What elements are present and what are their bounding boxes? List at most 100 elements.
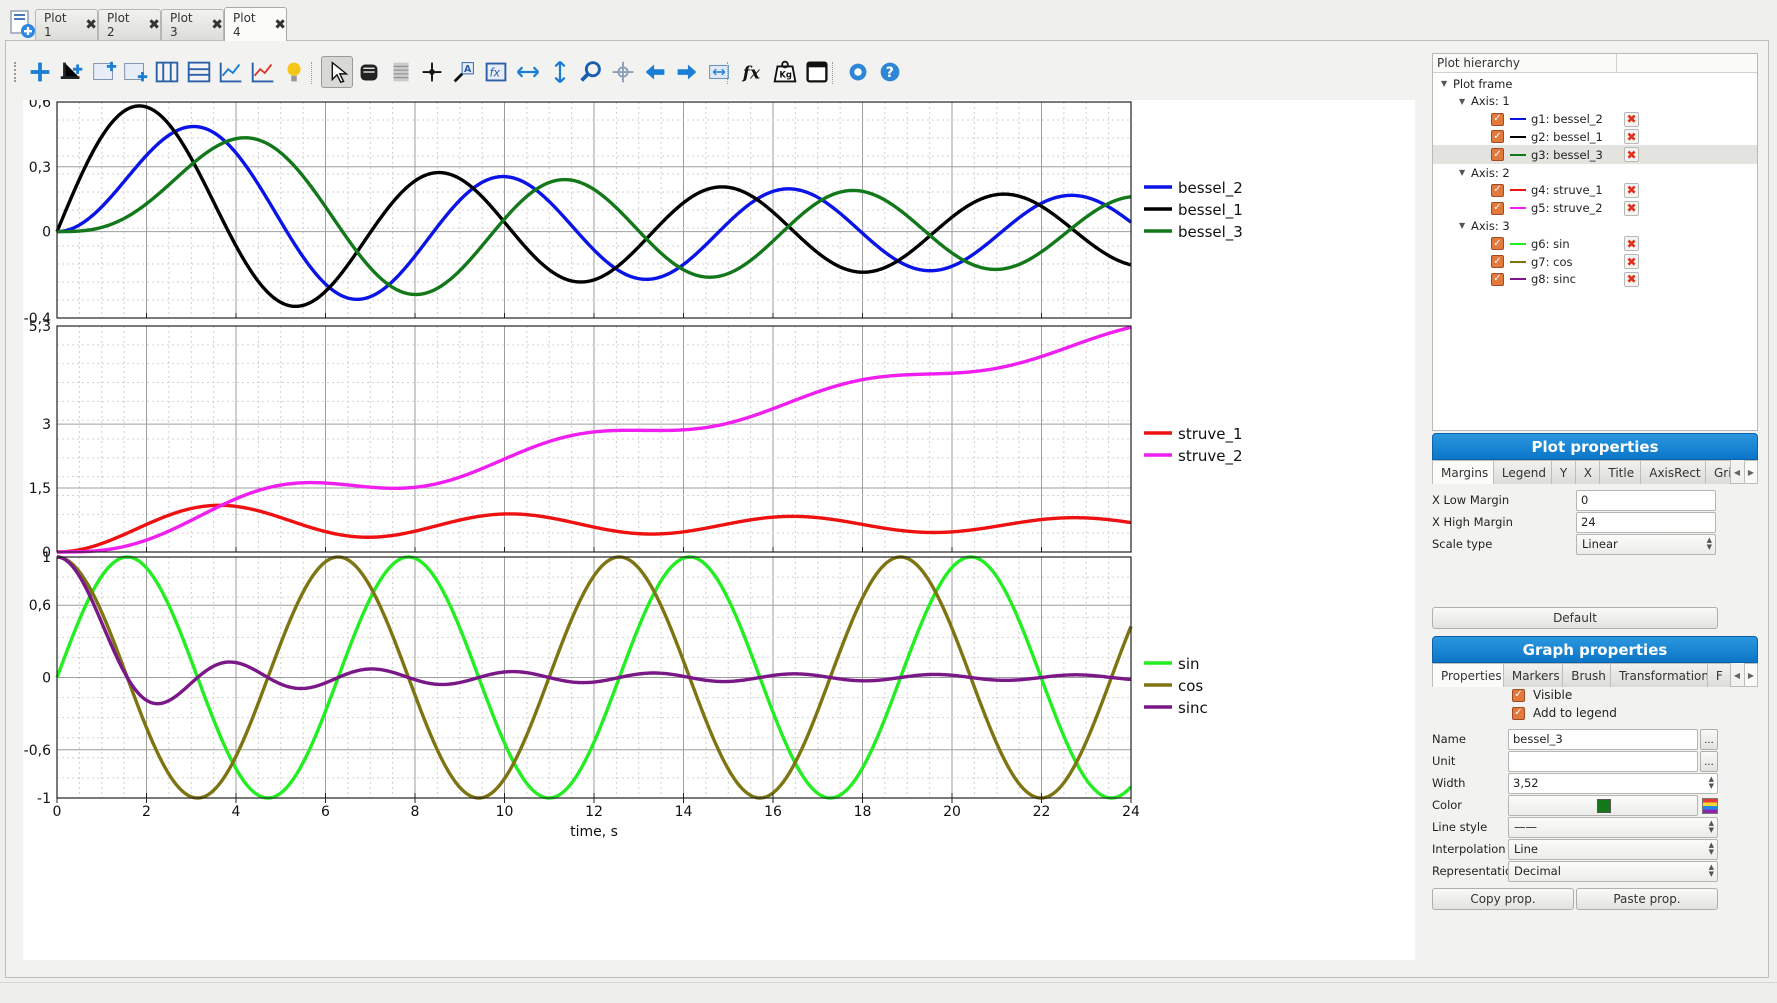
arrow-right-icon[interactable]: [671, 56, 703, 88]
grid-icon[interactable]: [385, 56, 417, 88]
color-picker[interactable]: [1508, 795, 1698, 816]
graph-properties-tab-transformation[interactable]: Transformation: [1609, 663, 1708, 687]
fx-icon[interactable]: fx: [737, 56, 769, 88]
delete-graph-icon[interactable]: ✖: [1624, 111, 1639, 127]
pointer-icon[interactable]: [321, 56, 353, 88]
rows-icon[interactable]: [183, 56, 215, 88]
plot-area[interactable]: 0,6 0,3 0 -0,4 bessel_2 bessel_1 bessel_3 5,3 3 1…: [23, 100, 1415, 960]
tree-item-graph[interactable]: ✓ g1: bessel_2 ✖: [1433, 110, 1757, 129]
zoom-function-icon[interactable]: fx: [480, 56, 512, 88]
help-icon[interactable]: ?: [874, 56, 906, 88]
expand-triangle-icon[interactable]: ▼: [1459, 221, 1471, 230]
visible-checkbox[interactable]: ✓ Visible: [1512, 688, 1572, 702]
toolbar-grip[interactable]: [14, 62, 17, 82]
tree-item-graph[interactable]: ✓ g7: cos ✖: [1433, 252, 1757, 271]
delete-graph-icon[interactable]: ✖: [1624, 200, 1639, 216]
legend-label[interactable]: bessel_1: [1178, 201, 1243, 220]
new-plot-icon[interactable]: [8, 9, 36, 39]
tree-item-graph[interactable]: ✓ g8: sinc ✖: [1433, 270, 1757, 289]
add-axis-icon[interactable]: [56, 56, 88, 88]
plot-properties-tab-x[interactable]: X: [1574, 460, 1601, 484]
tree-item-node[interactable]: ▼ Axis: 3: [1433, 216, 1757, 235]
plot-properties-tab-margins[interactable]: Margins: [1432, 460, 1494, 484]
vertical-arrows-icon[interactable]: [544, 56, 576, 88]
legend-label[interactable]: sin: [1178, 655, 1200, 673]
tab-plot-1[interactable]: Plot 1 ✖: [35, 9, 98, 40]
tree-item-node[interactable]: ▼ Axis: 2: [1433, 163, 1757, 182]
line-chart-red-icon[interactable]: [247, 56, 279, 88]
close-tab-icon[interactable]: ✖: [148, 17, 160, 33]
tree-item-node[interactable]: ▼ Plot frame: [1433, 74, 1757, 93]
checkbox-checked-icon[interactable]: ✓: [1491, 272, 1504, 286]
plot-canvas[interactable]: 0,60,30-0,4bessel_2bessel_1bessel_35,331…: [23, 100, 1415, 960]
legend-label[interactable]: struve_2: [1178, 447, 1243, 466]
delete-graph-icon[interactable]: ✖: [1624, 129, 1639, 145]
add-plot-below-icon[interactable]: [119, 56, 151, 88]
close-tab-icon[interactable]: ✖: [85, 17, 97, 33]
x-low-margin-input[interactable]: 0: [1576, 490, 1716, 511]
legend-label[interactable]: bessel_3: [1178, 223, 1243, 242]
delete-graph-icon[interactable]: ✖: [1624, 147, 1639, 163]
add-graph-icon[interactable]: [24, 56, 56, 88]
unit-input[interactable]: [1508, 751, 1698, 772]
tab-scroll-left-icon[interactable]: ◀: [1730, 663, 1744, 687]
zoom-icon[interactable]: [575, 56, 607, 88]
checkbox-checked-icon[interactable]: ✓: [1491, 183, 1504, 197]
plot-properties-tab-title[interactable]: Title: [1599, 460, 1642, 484]
horizontal-arrows-icon[interactable]: [512, 56, 544, 88]
expand-triangle-icon[interactable]: ▼: [1459, 97, 1471, 106]
expand-triangle-icon[interactable]: ▼: [1459, 168, 1471, 177]
checkbox-checked-icon[interactable]: ✓: [1512, 688, 1525, 702]
delete-graph-icon[interactable]: ✖: [1624, 254, 1639, 269]
tab-plot-2[interactable]: Plot 2 ✖: [98, 9, 161, 40]
fit-icon[interactable]: [703, 56, 735, 88]
ruler-icon[interactable]: [353, 56, 385, 88]
graph-properties-tab-markers[interactable]: Markers: [1502, 663, 1564, 687]
move-point-icon[interactable]: [416, 56, 448, 88]
tab-scroll-right-icon[interactable]: ▶: [1744, 460, 1758, 484]
plot-properties-tab-gri[interactable]: Gri: [1705, 460, 1731, 484]
tree-item-graph[interactable]: ✓ g2: bessel_1 ✖: [1433, 127, 1757, 146]
legend-label[interactable]: struve_1: [1178, 425, 1243, 444]
plot-properties-tab-axisrect[interactable]: AxisRect: [1640, 460, 1706, 484]
checkbox-checked-icon[interactable]: ✓: [1491, 255, 1504, 268]
add-plot-above-icon[interactable]: [88, 56, 120, 88]
kg-icon[interactable]: Kg: [769, 56, 801, 88]
tree-item-node[interactable]: ▼ Axis: 1: [1433, 92, 1757, 111]
graph-properties-tab-f[interactable]: F: [1706, 663, 1731, 687]
add-to-legend-checkbox[interactable]: ✓ Add to legend: [1512, 706, 1617, 720]
legend-label[interactable]: cos: [1178, 677, 1203, 695]
checkbox-checked-icon[interactable]: ✓: [1491, 148, 1504, 162]
plot-properties-tab-legend[interactable]: Legend: [1492, 460, 1552, 484]
tree-item-graph[interactable]: ✓ g5: struve_2 ✖: [1433, 199, 1757, 218]
spin-arrows-icon[interactable]: ▲ ▼: [1709, 776, 1714, 790]
graph-properties-tab-brush[interactable]: Brush: [1562, 663, 1611, 687]
checkbox-checked-icon[interactable]: ✓: [1491, 237, 1504, 251]
tree-item-graph[interactable]: ✓ g4: struve_1 ✖: [1433, 181, 1757, 200]
x-high-margin-input[interactable]: 24: [1576, 512, 1716, 533]
columns-icon[interactable]: [151, 56, 183, 88]
checkbox-checked-icon[interactable]: ✓: [1491, 201, 1504, 215]
lightbulb-icon[interactable]: [278, 56, 310, 88]
close-tab-icon[interactable]: ✖: [274, 17, 286, 33]
delete-graph-icon[interactable]: ✖: [1624, 236, 1639, 252]
unit-browse-button[interactable]: ...: [1700, 751, 1718, 772]
zoom-text-icon[interactable]: A: [448, 56, 480, 88]
plot-properties-tab-y[interactable]: Y: [1550, 460, 1576, 484]
line-style-select[interactable]: —— ▲ ▼: [1508, 817, 1718, 838]
tab-scroll-left-icon[interactable]: ◀: [1730, 460, 1744, 484]
pan-icon[interactable]: [607, 56, 639, 88]
legend-label[interactable]: bessel_2: [1178, 179, 1243, 198]
graph-properties-tab-properties[interactable]: Properties: [1432, 663, 1504, 687]
line-chart-icon[interactable]: [215, 56, 247, 88]
delete-graph-icon[interactable]: ✖: [1624, 182, 1639, 198]
legend-label[interactable]: sinc: [1178, 699, 1208, 717]
name-input[interactable]: bessel_3: [1508, 729, 1698, 750]
copy-properties-button[interactable]: Copy prop.: [1432, 888, 1574, 910]
width-spinbox[interactable]: 3,52 ▲ ▼: [1508, 773, 1718, 794]
checkbox-checked-icon[interactable]: ✓: [1491, 112, 1504, 126]
palette-icon[interactable]: [1702, 798, 1718, 814]
checkbox-checked-icon[interactable]: ✓: [1491, 130, 1504, 144]
representation-select[interactable]: Decimal ▲ ▼: [1508, 861, 1718, 882]
tree-item-graph[interactable]: ✓ g6: sin ✖: [1433, 234, 1757, 253]
